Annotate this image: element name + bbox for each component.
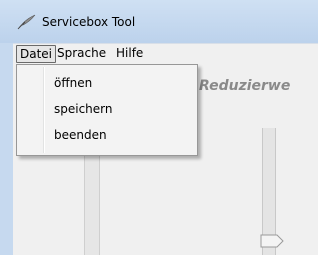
menu-datei[interactable]: Datei [16,45,57,63]
quill-icon [17,14,36,30]
slider-thumb[interactable] [259,234,285,248]
menu-item-oeffnen[interactable]: öffnen [54,73,92,93]
section-heading: Reduzierwe [199,78,291,94]
window-title: Servicebox Tool [42,15,136,29]
menu-icon-gutter [43,67,45,153]
window-left-border [0,43,13,255]
vertical-scrollbar[interactable] [84,145,100,255]
menu-item-beenden[interactable]: beenden [54,125,107,145]
menu-sprache[interactable]: Sprache [54,45,109,61]
menu-item-speichern[interactable]: speichern [54,99,113,119]
title-bar[interactable]: Servicebox Tool [0,0,318,43]
datei-dropdown-menu: öffnen speichern beenden [16,64,198,156]
menu-bar: Datei Sprache Hilfe [13,43,318,64]
menu-hilfe[interactable]: Hilfe [113,45,146,61]
